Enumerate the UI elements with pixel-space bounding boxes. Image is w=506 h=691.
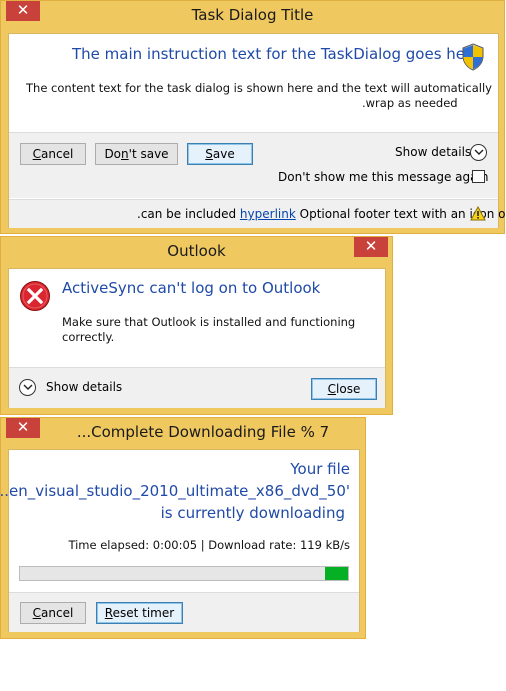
content-text-line-1: The content text for the task dialog is … xyxy=(26,81,492,95)
footer: .can be included hyperlink Optional foot… xyxy=(9,199,506,228)
window-title: ...Complete Downloading File % 7 xyxy=(76,423,330,441)
cancel-accelerator: C xyxy=(32,147,42,161)
instruction-line-1: Your file xyxy=(290,460,350,478)
reset-timer-button[interactable]: Reset timer xyxy=(96,602,183,624)
content-text-line-2: .wrap as needed xyxy=(362,96,458,110)
content-text-line-1: Make sure that Outlook is installed and … xyxy=(62,315,356,329)
outlook-dialog: Outlook ✕ ActiveSync can't log on to Out… xyxy=(0,236,393,415)
main-instruction: The main instruction text for the TaskDi… xyxy=(72,45,481,63)
dont-save-button[interactable]: Don't save xyxy=(95,143,178,165)
cancel-button[interactable]: Cancel xyxy=(20,602,86,624)
close-button[interactable]: Close xyxy=(311,378,377,400)
dialog-client-area: ActiveSync can't log on to Outlook Make … xyxy=(8,268,386,408)
instruction-line-3: is currently downloading xyxy=(160,504,345,522)
title-bar[interactable]: ✕ ...Complete Downloading File % 7 xyxy=(1,418,365,446)
title-bar[interactable]: ✕ Task Dialog Title xyxy=(1,1,504,29)
download-progress-fill xyxy=(325,567,348,580)
dialog-client-area: Your file ...en_visual_studio_2010_ultim… xyxy=(0,449,360,632)
reset-accelerator: R xyxy=(104,606,113,620)
uac-shield-icon xyxy=(461,43,485,71)
download-dialog: ✕ ...Complete Downloading File % 7 Your … xyxy=(0,417,366,639)
save-accelerator: S xyxy=(205,147,213,161)
dont-show-again-label: Don't show me this message again xyxy=(278,170,489,184)
warning-icon xyxy=(470,205,486,221)
dialog-client-area: The main instruction text for the TaskDi… xyxy=(8,33,506,228)
footer-text: .can be included hyperlink Optional foot… xyxy=(137,207,506,221)
save-button[interactable]: Save xyxy=(187,143,253,165)
button-area: Cancel Don't save Save Show details Don'… xyxy=(9,132,498,198)
dont-save-accelerator: n xyxy=(121,147,129,161)
cancel-accelerator: C xyxy=(32,606,42,620)
main-instruction: ActiveSync can't log on to Outlook xyxy=(62,279,321,297)
task-dialog: ✕ Task Dialog Title The main instruction… xyxy=(0,0,506,234)
cancel-label-rest: ancel xyxy=(41,147,74,161)
button-area: Show details Close xyxy=(9,367,385,408)
cancel-label-rest: ancel xyxy=(41,606,74,620)
close-window-button[interactable]: ✕ xyxy=(354,237,388,257)
save-label-rest: ave xyxy=(212,147,235,161)
show-details-label[interactable]: Show details xyxy=(395,145,471,159)
chevron-down-icon[interactable] xyxy=(19,379,36,396)
close-accelerator: C xyxy=(327,382,337,396)
close-label-rest: lose xyxy=(336,382,361,396)
dont-save-label-prefix: Do xyxy=(104,147,122,161)
chevron-down-icon[interactable] xyxy=(470,144,487,161)
dont-show-again-checkbox[interactable] xyxy=(472,170,485,183)
download-status-text: Time elapsed: 0:00:05 | Download rate: 1… xyxy=(68,538,350,552)
title-bar[interactable]: Outlook ✕ xyxy=(1,237,392,265)
show-details-label[interactable]: Show details xyxy=(46,380,122,394)
content-text-line-2: correctly. xyxy=(62,330,115,344)
reset-label-rest: eset timer xyxy=(112,606,175,620)
error-icon xyxy=(19,280,51,312)
footer-hyperlink[interactable]: hyperlink xyxy=(240,207,296,221)
instruction-line-2: ...en_visual_studio_2010_ultimate_x86_dv… xyxy=(0,482,350,500)
dont-save-label-rest: 't save xyxy=(128,147,169,161)
button-area: Cancel Reset timer xyxy=(9,592,359,632)
download-progress-bar xyxy=(19,566,349,581)
close-window-button[interactable]: ✕ xyxy=(6,418,40,438)
cancel-button[interactable]: Cancel xyxy=(20,143,86,165)
footer-text-before: .can be included xyxy=(137,207,237,221)
window-title: Task Dialog Title xyxy=(191,6,314,24)
window-title: Outlook xyxy=(167,242,226,260)
